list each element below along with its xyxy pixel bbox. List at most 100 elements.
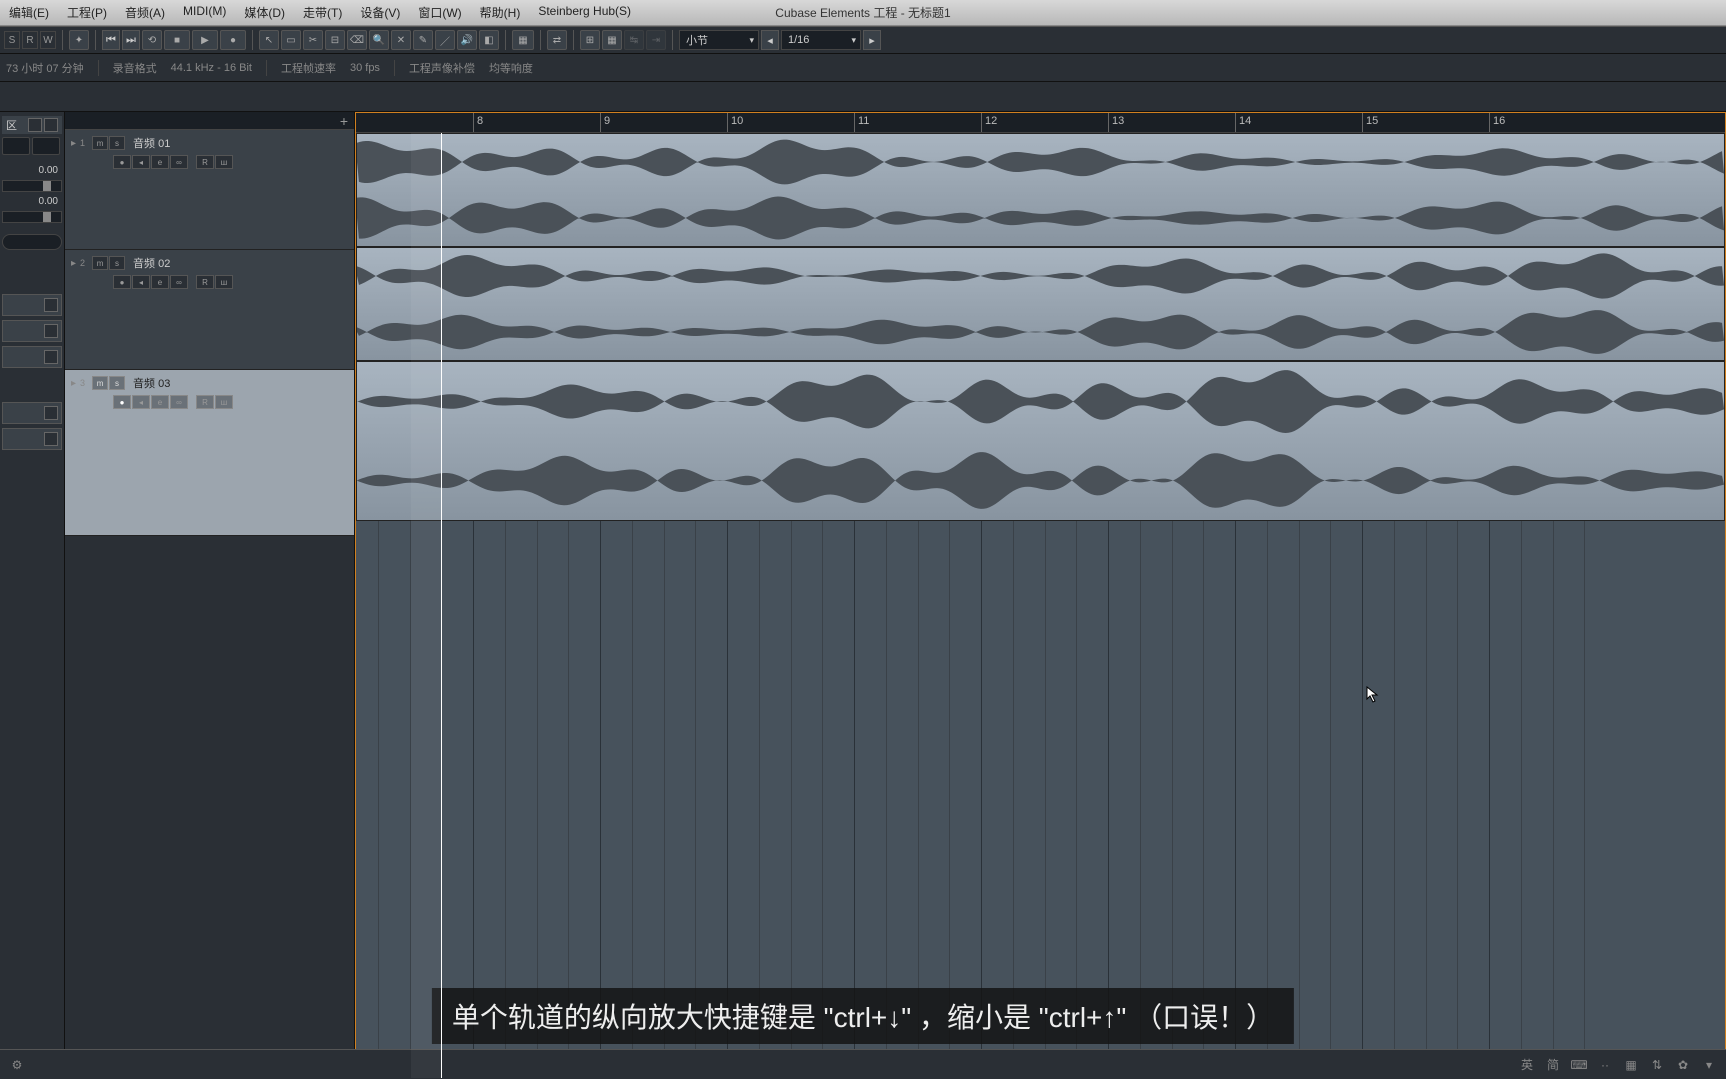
menu-媒体d[interactable]: 媒体(D) <box>235 4 294 21</box>
inspector-section-4[interactable] <box>2 402 62 424</box>
adjust-icon[interactable]: ⇅ <box>1648 1056 1666 1074</box>
zoom-tool[interactable]: 🔍 <box>369 30 389 50</box>
menu-midim[interactable]: MIDI(M) <box>174 4 235 21</box>
collapse-icon[interactable]: ▾ <box>1700 1056 1718 1074</box>
edit-channel-button[interactable]: e <box>151 155 169 169</box>
erase-tool[interactable]: ⌫ <box>347 30 367 50</box>
monitor-button[interactable]: ◂ <box>132 275 150 289</box>
snap-value-select[interactable]: 1/16 <box>781 30 861 50</box>
track-3[interactable]: ▸ 3 m s 音频 03 ● ◂ e ∞ R ш <box>65 370 354 536</box>
track-name-label[interactable]: 音频 02 <box>133 255 170 271</box>
mute-button[interactable]: m <box>92 256 108 270</box>
draw-tool[interactable]: ✎ <box>413 30 433 50</box>
write-toggle[interactable]: W <box>40 31 56 49</box>
snap-mode-2[interactable]: ⇥ <box>646 30 666 50</box>
record-button[interactable]: ● <box>220 30 246 50</box>
menu-帮助h[interactable]: 帮助(H) <box>471 4 530 21</box>
glue-tool[interactable]: ⊟ <box>325 30 345 50</box>
track-name-label[interactable]: 音频 01 <box>133 135 170 151</box>
menu-走带t[interactable]: 走带(T) <box>294 4 351 21</box>
inspector-slider-2[interactable] <box>2 211 62 223</box>
ime-icon[interactable]: 简 <box>1544 1056 1562 1074</box>
track-1[interactable]: ▸ 1 m s 音频 01 ● ◂ e ∞ R ш <box>65 130 354 250</box>
settings-icon[interactable]: ✿ <box>1674 1056 1692 1074</box>
grid-icon[interactable]: ▦ <box>1622 1056 1640 1074</box>
gear-icon[interactable]: ⚙ <box>8 1056 26 1074</box>
snap-mode-1[interactable]: ↹ <box>624 30 644 50</box>
record-enable-button[interactable]: ● <box>113 155 131 169</box>
playhead[interactable] <box>441 133 442 1078</box>
snap-toggle[interactable]: ⊞ <box>580 30 600 50</box>
color-tool[interactable]: ◧ <box>479 30 499 50</box>
inspector-slider-1[interactable] <box>2 180 62 192</box>
menu-设备v[interactable]: 设备(V) <box>351 4 409 21</box>
lang-icon[interactable]: 英 <box>1518 1056 1536 1074</box>
menu-工程p[interactable]: 工程(P) <box>58 4 116 21</box>
split-tool[interactable]: ✂ <box>303 30 323 50</box>
keyboard-icon[interactable]: ⌨ <box>1570 1056 1588 1074</box>
quantize-prev[interactable]: ◂ <box>761 30 779 50</box>
range-tool[interactable]: ▭ <box>281 30 301 50</box>
record-enable-button[interactable]: ● <box>113 395 131 409</box>
inspector-pan-knob[interactable] <box>2 234 62 250</box>
line-tool[interactable]: ／ <box>435 30 455 50</box>
write-automation-button[interactable]: ш <box>215 155 233 169</box>
power-icon[interactable] <box>44 118 58 132</box>
snap-next[interactable]: ▸ <box>863 30 881 50</box>
timeline-ruler[interactable]: 78910111213141516 <box>356 113 1725 133</box>
edit-channel-button[interactable]: e <box>151 395 169 409</box>
write-automation-button[interactable]: ш <box>215 275 233 289</box>
expand-icon[interactable]: ▸ <box>71 138 76 149</box>
read-automation-button[interactable]: R <box>196 275 214 289</box>
audio-clip-3[interactable] <box>356 361 1725 521</box>
menu-窗口w[interactable]: 窗口(W) <box>409 4 470 21</box>
quantize-preset-select[interactable]: 小节 <box>679 30 759 50</box>
read-automation-button[interactable]: R <box>196 395 214 409</box>
expand-icon[interactable]: ▸ <box>71 258 76 269</box>
inspector-knob-2[interactable] <box>32 137 60 155</box>
freeze-button[interactable]: ∞ <box>170 395 188 409</box>
track-2[interactable]: ▸ 2 m s 音频 02 ● ◂ e ∞ R ш <box>65 250 354 370</box>
mute-button[interactable]: m <box>92 376 108 390</box>
add-track-button[interactable]: + <box>340 113 348 129</box>
monitor-button[interactable]: ◂ <box>132 155 150 169</box>
menu-steinberg hubs[interactable]: Steinberg Hub(S) <box>529 4 640 21</box>
inspector-knob-1[interactable] <box>2 137 30 155</box>
play-button[interactable]: ▶ <box>192 30 218 50</box>
audio-clip-1[interactable] <box>356 133 1725 247</box>
edit-icon[interactable] <box>28 118 42 132</box>
arrow-tool[interactable]: ↖ <box>259 30 279 50</box>
punct-icon[interactable]: ·· <box>1596 1056 1614 1074</box>
prev-marker-button[interactable]: ⏮ <box>102 30 120 50</box>
freeze-button[interactable]: ∞ <box>170 275 188 289</box>
read-automation-button[interactable]: R <box>196 155 214 169</box>
track-name-label[interactable]: 音频 03 <box>133 375 170 391</box>
inspector-section-1[interactable] <box>2 294 62 316</box>
grid-type-button[interactable]: ▦ <box>602 30 622 50</box>
cycle-button[interactable]: ⟲ <box>142 30 162 50</box>
color-selector[interactable]: ▦ <box>512 30 534 50</box>
automation-mode-button[interactable]: ✦ <box>69 30 89 50</box>
edit-channel-button[interactable]: e <box>151 275 169 289</box>
inspector-header[interactable]: 区 <box>2 116 62 134</box>
nudge-button[interactable]: ⇄ <box>547 30 567 50</box>
monitor-button[interactable]: ◂ <box>132 395 150 409</box>
solo-button[interactable]: s <box>109 376 125 390</box>
tracks-area[interactable] <box>356 133 1725 1078</box>
menu-编辑e[interactable]: 编辑(E) <box>0 4 58 21</box>
solo-defeat-toggle[interactable]: S <box>4 31 20 49</box>
write-automation-button[interactable]: ш <box>215 395 233 409</box>
play-tool[interactable]: 🔊 <box>457 30 477 50</box>
mute-tool[interactable]: ✕ <box>391 30 411 50</box>
inspector-section-3[interactable] <box>2 346 62 368</box>
audio-clip-2[interactable] <box>356 247 1725 361</box>
stop-button[interactable]: ■ <box>164 30 190 50</box>
arrangement-view[interactable]: 78910111213141516 <box>355 112 1726 1079</box>
record-enable-button[interactable]: ● <box>113 275 131 289</box>
inspector-section-5[interactable] <box>2 428 62 450</box>
next-marker-button[interactable]: ⏭ <box>122 30 140 50</box>
expand-icon[interactable]: ▸ <box>71 378 76 389</box>
solo-button[interactable]: s <box>109 256 125 270</box>
read-toggle[interactable]: R <box>22 31 38 49</box>
mute-button[interactable]: m <box>92 136 108 150</box>
